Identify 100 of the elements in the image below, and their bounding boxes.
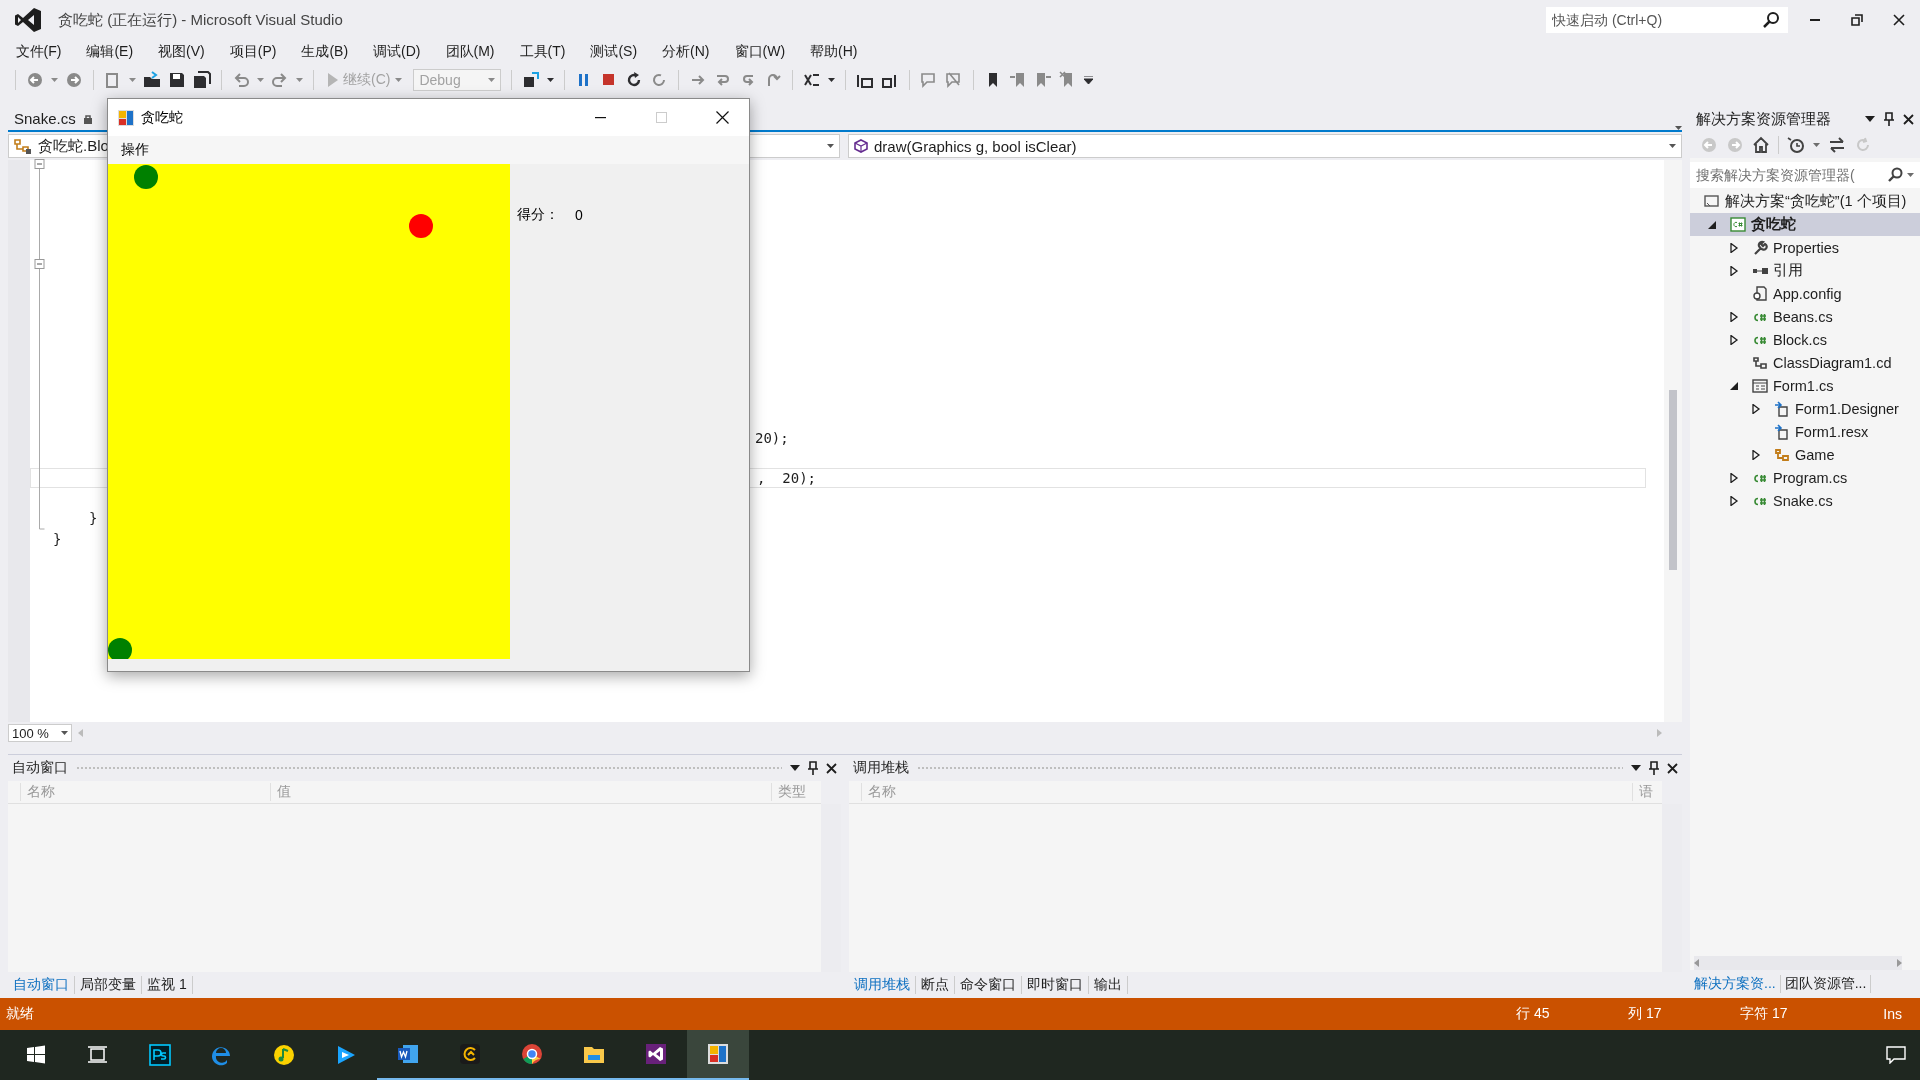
panel-tab[interactable]: 断点 <box>916 976 955 994</box>
window-title: 贪吃蛇 <box>141 108 183 127</box>
expand-arrow-icon[interactable] <box>1751 403 1761 414</box>
tree-item[interactable]: Beans.cs <box>1690 305 1920 328</box>
expand-arrow-icon[interactable] <box>1729 334 1739 345</box>
undo-icon[interactable] <box>232 71 250 89</box>
panel-tab[interactable]: 调用堆栈 <box>849 976 916 994</box>
method-dropdown[interactable]: draw(Graphics g, bool isClear) <box>848 134 1682 158</box>
sync-icon[interactable] <box>1828 136 1846 154</box>
menu-item[interactable]: 工具(T) <box>507 41 578 63</box>
tree-item[interactable]: ClassDiagram1.cd <box>1690 351 1920 374</box>
vertical-scrollbar[interactable] <box>1664 160 1682 722</box>
open-folder-icon[interactable] <box>143 71 161 89</box>
taskbar-button[interactable] <box>687 1030 749 1080</box>
caret-icon[interactable] <box>1907 173 1914 177</box>
tree-item[interactable]: App.config <box>1690 282 1920 305</box>
expand-arrow-icon[interactable] <box>1729 495 1739 506</box>
document-tab[interactable]: Snake.cs <box>8 110 98 130</box>
tree-item[interactable]: Game <box>1690 443 1920 466</box>
panel-tab[interactable]: 命令窗口 <box>955 976 1022 994</box>
panel-tab[interactable]: 输出 <box>1089 976 1128 994</box>
menu-item[interactable]: 分析(N) <box>649 41 722 63</box>
caret-icon <box>488 78 496 82</box>
menu-item[interactable]: 项目(P) <box>217 41 289 63</box>
wrench-icon <box>1752 239 1768 256</box>
search-icon[interactable] <box>1887 167 1903 183</box>
tree-item[interactable]: Properties <box>1690 236 1920 259</box>
collapse-arrow-icon[interactable] <box>1707 219 1717 230</box>
tree-item[interactable]: Form1.Designer <box>1690 397 1920 420</box>
expand-arrow-icon[interactable] <box>1751 449 1761 460</box>
code-line: } <box>52 530 63 549</box>
scroll-right-icon <box>1657 729 1662 737</box>
menu-item[interactable]: 生成(B) <box>288 41 361 63</box>
expand-arrow-icon[interactable] <box>1729 311 1739 322</box>
close-icon[interactable] <box>826 762 837 774</box>
history-icon[interactable] <box>1787 136 1805 154</box>
caret-icon[interactable] <box>1675 126 1682 130</box>
menu-item[interactable]: 文件(F) <box>3 41 74 63</box>
panel-tab[interactable]: 监视 1 <box>142 976 193 994</box>
dropdown-icon[interactable] <box>1865 116 1875 122</box>
status-text: Ins <box>1882 1006 1903 1022</box>
panel-tab[interactable]: 即时窗口 <box>1022 976 1089 994</box>
quick-launch-field[interactable]: 快速启动 (Ctrl+Q) <box>1546 7 1788 33</box>
menu-item[interactable]: 编辑(E) <box>73 41 146 63</box>
column-header: 名称 <box>861 783 1632 801</box>
collapse-arrow-icon[interactable] <box>1729 380 1739 391</box>
expand-arrow-icon[interactable] <box>1729 265 1739 276</box>
config-file-icon <box>1752 285 1768 302</box>
menu-item[interactable]: 操作 <box>114 139 156 161</box>
back-icon[interactable] <box>26 71 44 89</box>
expand-arrow-icon[interactable] <box>1729 472 1739 483</box>
next-bookmark-icon[interactable] <box>1034 71 1053 89</box>
expand-arrow-icon[interactable] <box>1729 242 1739 253</box>
word-app-icon <box>397 1043 419 1065</box>
menu-item[interactable]: 视图(V) <box>145 41 218 63</box>
notification-icon[interactable] <box>1886 1046 1906 1064</box>
zoom-dropdown[interactable]: 100 % <box>8 724 72 742</box>
menu-item[interactable]: 窗口(W) <box>722 41 798 63</box>
minimize-icon <box>1810 18 1820 22</box>
close-icon[interactable] <box>1667 762 1678 774</box>
pin-icon[interactable] <box>1884 112 1894 126</box>
play-video-icon <box>335 1044 357 1066</box>
tree-item[interactable]: Program.cs <box>1690 466 1920 489</box>
caret-icon <box>395 78 403 82</box>
tree-item[interactable]: Snake.cs <box>1690 489 1920 512</box>
panel-tab[interactable]: 团队资源管... <box>1780 975 1872 993</box>
column-header: 类型 <box>771 783 821 801</box>
save-all-icon[interactable] <box>193 71 211 89</box>
overflow-icon[interactable] <box>1084 76 1094 84</box>
close-icon[interactable] <box>1903 113 1914 125</box>
csharp-project-icon <box>1730 216 1746 233</box>
tree-item[interactable]: 贪吃蛇 <box>1690 213 1920 236</box>
scroll-right-icon <box>1897 959 1902 967</box>
pin-icon[interactable] <box>1649 761 1659 775</box>
home-icon[interactable] <box>1752 136 1770 154</box>
menu-item[interactable]: 调试(D) <box>360 41 433 63</box>
dropdown-icon[interactable] <box>1631 765 1641 771</box>
tree-item[interactable]: Form1.cs <box>1690 374 1920 397</box>
forward-icon[interactable] <box>65 71 83 89</box>
menu-item[interactable]: 帮助(H) <box>797 41 870 63</box>
panel-tab[interactable]: 解决方案资... <box>1690 975 1781 993</box>
debug-target-icon[interactable] <box>522 71 541 89</box>
play-icon <box>328 73 338 87</box>
horizontal-scrollbar[interactable] <box>1694 956 1902 970</box>
caret-icon[interactable] <box>828 78 836 82</box>
tree-item[interactable]: 解决方案“贪吃蛇”(1 个项目) <box>1690 190 1920 213</box>
menu-item[interactable]: 测试(S) <box>577 41 650 63</box>
redo-icon[interactable] <box>271 71 289 89</box>
pin-icon[interactable] <box>808 761 818 775</box>
panel-tab[interactable]: 局部变量 <box>75 976 142 994</box>
score-value: 0 <box>575 207 583 223</box>
tree-item[interactable]: Form1.resx <box>1690 420 1920 443</box>
panel-tab[interactable]: 自动窗口 <box>8 976 75 994</box>
tree-item[interactable]: 引用 <box>1690 259 1920 282</box>
search-field[interactable]: 搜索解决方案资源管理器( <box>1690 162 1920 188</box>
dropdown-icon[interactable] <box>790 765 800 771</box>
caret-icon[interactable] <box>547 78 555 82</box>
save-icon[interactable] <box>168 71 186 89</box>
menu-item[interactable]: 团队(M) <box>433 41 507 63</box>
tree-item[interactable]: Block.cs <box>1690 328 1920 351</box>
